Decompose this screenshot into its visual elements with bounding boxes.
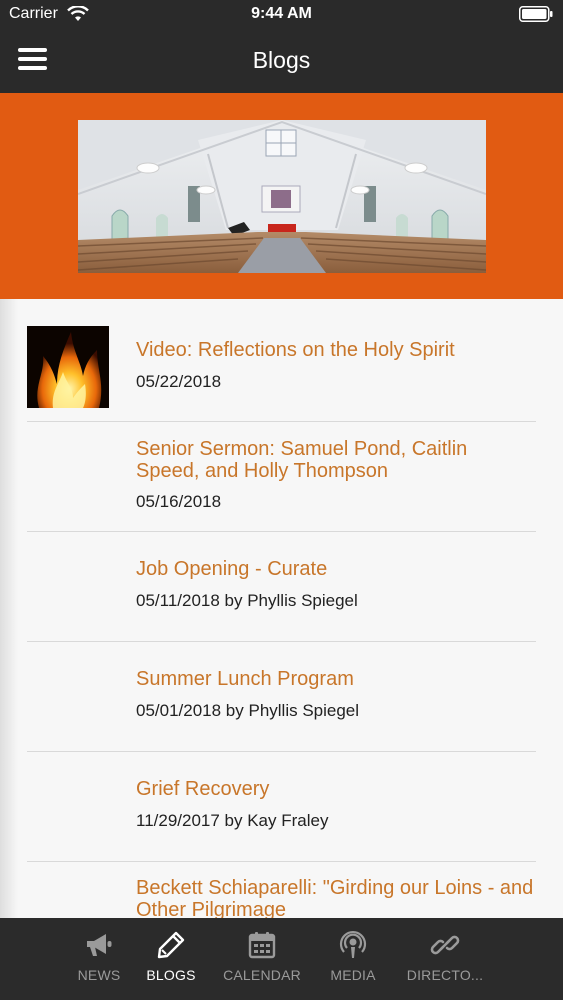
bottom-tab-bar: NEWS BLOGS CALENDAR MEDIA DIRECTO... (0, 918, 563, 1000)
podcast-icon (339, 930, 367, 958)
tab-label: MEDIA (330, 967, 376, 983)
post-meta: 05/11/2018 by Phyllis Spiegel (136, 591, 358, 610)
blog-post-item[interactable]: Grief Recovery 11/29/2017 by Kay Fraley (0, 752, 563, 862)
tab-news[interactable]: NEWS (69, 918, 129, 1000)
tab-directory[interactable]: DIRECTO... (400, 918, 490, 1000)
church-interior-image (78, 120, 486, 273)
blog-post-item[interactable]: Beckett Schiaparelli: "Girding our Loins… (0, 862, 563, 918)
post-title[interactable]: Video: Reflections on the Holy Spirit (136, 339, 536, 361)
post-title[interactable]: Grief Recovery (136, 778, 536, 800)
tab-label: NEWS (77, 967, 121, 983)
calendar-icon (248, 932, 276, 959)
tab-label: BLOGS (146, 967, 196, 983)
clock: 9:44 AM (251, 5, 312, 22)
post-meta: 05/01/2018 by Phyllis Spiegel (136, 701, 360, 720)
blog-post-item[interactable]: Senior Sermon: Samuel Pond, Caitlin Spee… (0, 422, 563, 532)
post-meta: 05/22/2018 (136, 372, 222, 391)
tab-label: DIRECTO... (406, 967, 484, 983)
battery-icon (519, 6, 553, 22)
tab-media[interactable]: MEDIA (322, 918, 384, 1000)
tab-label: CALENDAR (223, 967, 301, 983)
post-meta: 05/16/2018 (136, 492, 222, 511)
status-bar: Carrier 9:44 AM (0, 0, 563, 28)
page-title: Blogs (252, 47, 311, 73)
post-title[interactable]: Job Opening - Curate (136, 558, 536, 580)
tab-calendar[interactable]: CALENDAR (216, 918, 308, 1000)
blog-post-item[interactable]: Summer Lunch Program 05/01/2018 by Phyll… (0, 642, 563, 752)
post-title[interactable]: Summer Lunch Program (136, 668, 536, 690)
tab-blogs[interactable]: BLOGS (141, 918, 201, 1000)
nav-bar: Blogs (0, 28, 563, 93)
header-banner (0, 93, 563, 299)
blog-list[interactable]: Video: Reflections on the Holy Spirit 05… (0, 299, 563, 918)
link-icon (430, 935, 460, 955)
post-title[interactable]: Beckett Schiaparelli: "Girding our Loins… (136, 877, 536, 918)
megaphone-icon (87, 934, 112, 956)
pencil-icon (157, 931, 185, 959)
post-meta: 11/29/2017 by Kay Fraley (136, 811, 329, 830)
flame-thumbnail-image (27, 326, 109, 408)
blog-post-item[interactable]: Job Opening - Curate 05/11/2018 by Phyll… (0, 532, 563, 642)
post-title[interactable]: Senior Sermon: Samuel Pond, Caitlin Spee… (136, 438, 536, 482)
blog-post-item[interactable]: Video: Reflections on the Holy Spirit 05… (0, 299, 563, 422)
